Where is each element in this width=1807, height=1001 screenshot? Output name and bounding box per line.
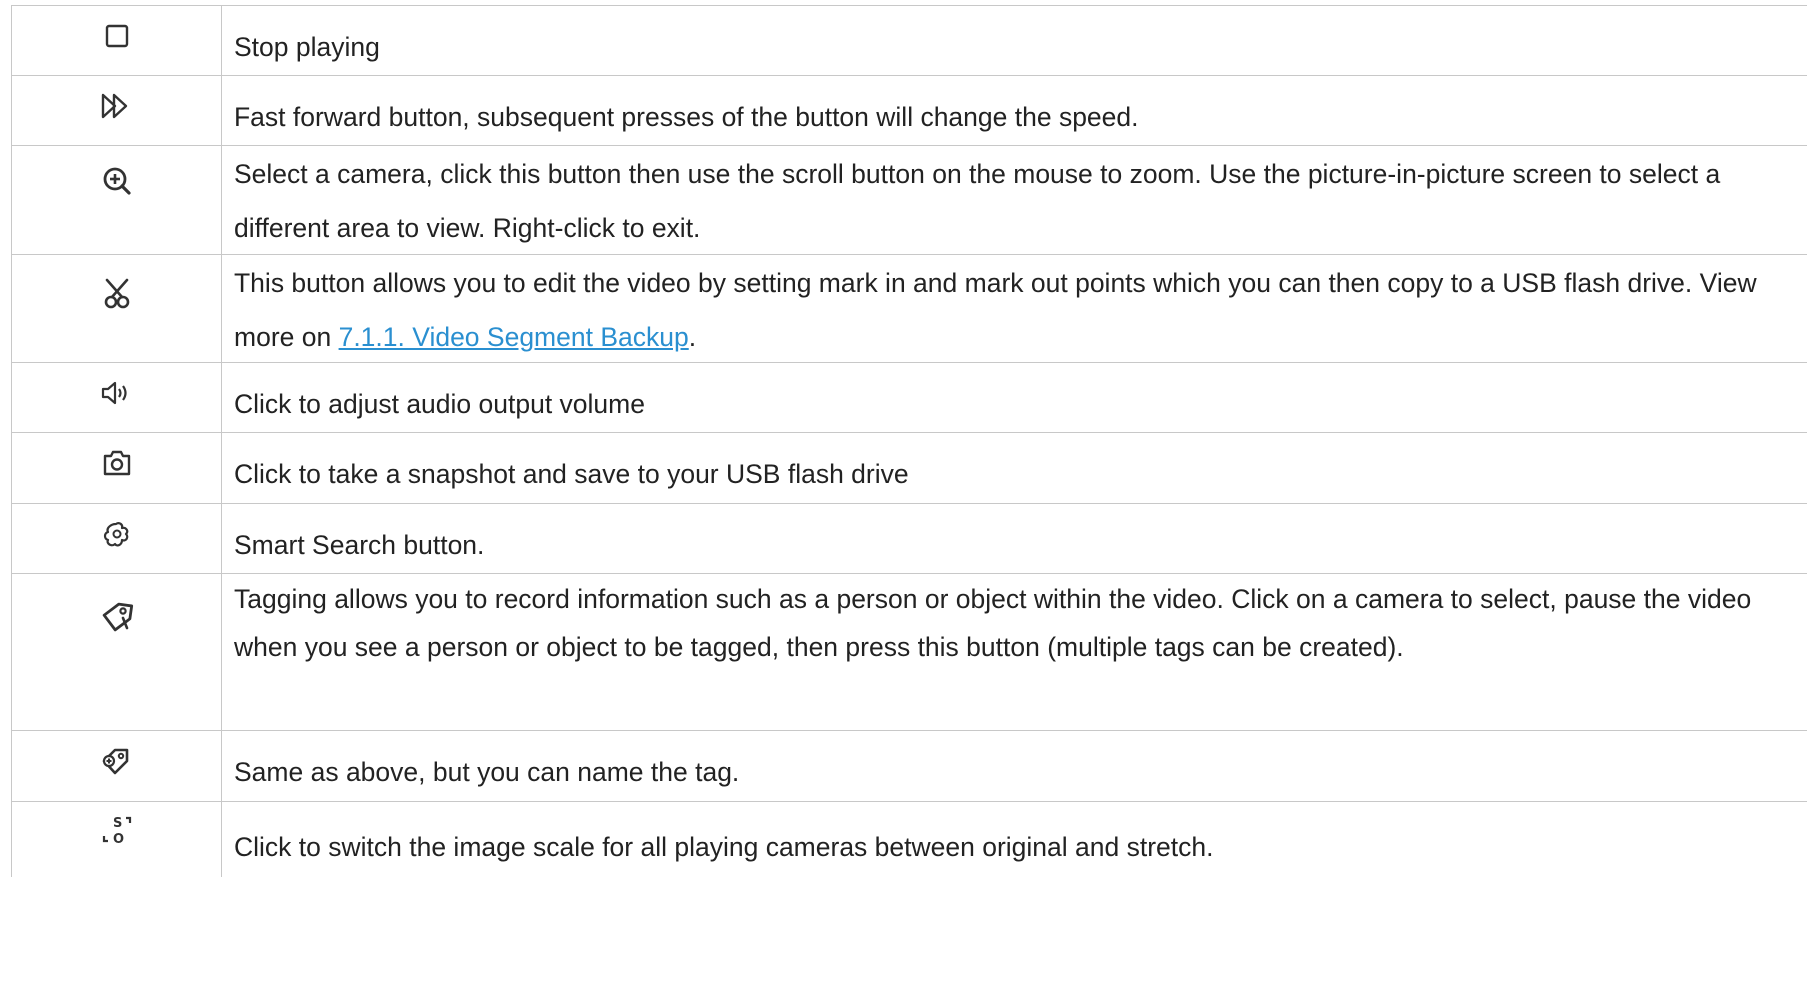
description: Select a camera, click this button then … (234, 159, 1721, 243)
table-row: Click to adjust audio output volume (11, 363, 1807, 433)
table-row: Fast forward button, subsequent presses … (11, 76, 1807, 146)
icon-cell (11, 363, 222, 432)
table-row: This button allows you to edit the video… (11, 255, 1807, 363)
table-row: S O Click to switch the image scale for … (11, 802, 1807, 877)
tag-icon (102, 602, 133, 632)
icon-cell (11, 6, 222, 75)
tag-edit-icon (102, 748, 128, 775)
zoom-in-icon (103, 167, 131, 195)
stop-square-icon (105, 24, 128, 48)
table-row: Select a camera, click this button then … (11, 146, 1807, 255)
table-row: Smart Search button. (11, 504, 1807, 574)
icon-cell (11, 731, 222, 801)
description: Smart Search button. (234, 530, 485, 560)
description: Click to switch the image scale for all … (234, 832, 1214, 862)
description: Tagging allows you to record information… (234, 584, 1752, 662)
scale-letter-o: O (113, 832, 124, 846)
table-row: Tagging allows you to record information… (11, 574, 1807, 731)
table-row: Same as above, but you can name the tag. (11, 731, 1807, 802)
camera-snapshot-icon (103, 450, 130, 476)
icon-cell (11, 76, 222, 145)
description: This button allows you to edit the video… (222, 255, 1807, 362)
table-row: Stop playing (11, 6, 1807, 76)
scale-letter-s: S (113, 816, 122, 831)
description: Click to adjust audio output volume (234, 389, 645, 419)
icon-cell (11, 504, 222, 573)
icon-description-table: Stop playing Fast forward button, subseq… (11, 5, 1807, 877)
speaker-volume-icon (101, 381, 127, 405)
description: Same as above, but you can name the tag. (234, 757, 740, 787)
icon-cell: S O (11, 802, 222, 877)
icon-cell (11, 255, 222, 362)
icon-cell (11, 574, 222, 730)
description: Fast forward button, subsequent presses … (234, 102, 1139, 132)
description: Stop playing (234, 32, 380, 62)
fast-forward-icon (101, 93, 127, 119)
table-row: Click to take a snapshot and save to you… (11, 433, 1807, 504)
description-text-end: . (688, 322, 697, 352)
icon-cell (11, 146, 222, 254)
scale-switch-icon: S O (102, 816, 131, 846)
icon-cell (11, 433, 222, 503)
smart-search-icon (103, 522, 128, 547)
video-segment-backup-link[interactable]: 7.1.1. Video Segment Backup (339, 322, 689, 352)
scissors-icon (104, 278, 129, 309)
description: Click to take a snapshot and save to you… (234, 459, 909, 489)
